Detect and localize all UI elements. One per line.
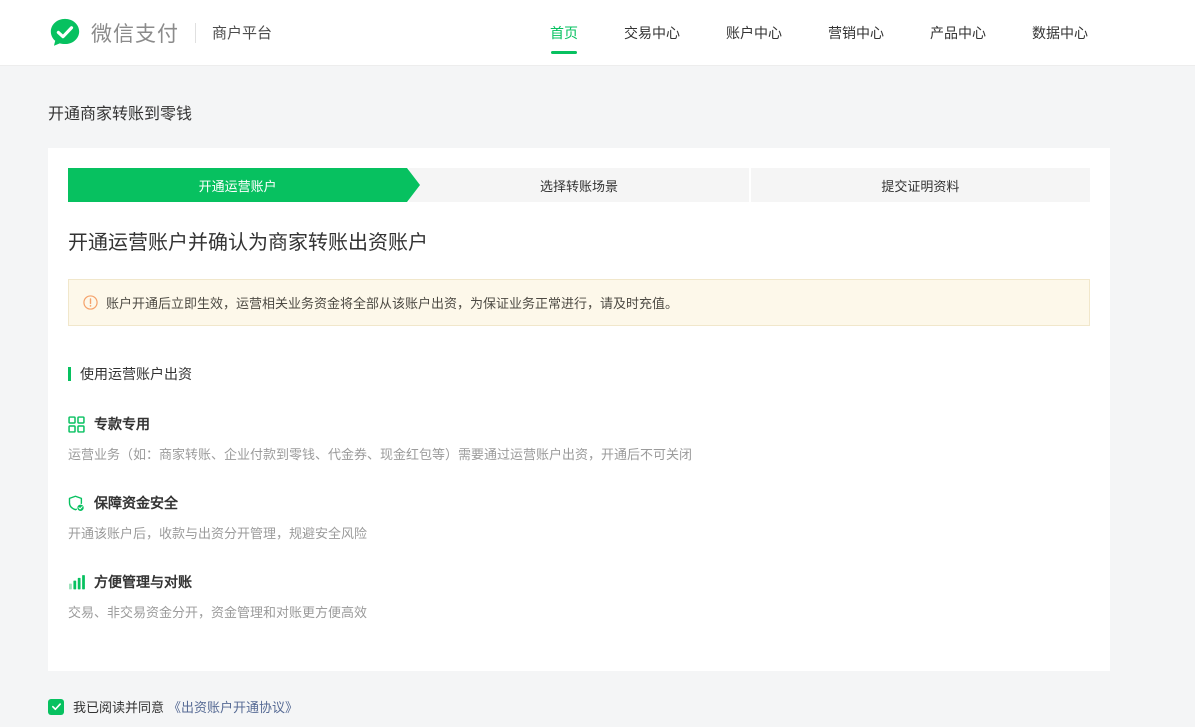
step-select-transfer-scene: 选择转账场景 <box>409 168 748 202</box>
feature-desc: 运营业务（如：商家转账、企业付款到零钱、代金券、现金红包等）需要通过运营账户出资… <box>68 444 1090 463</box>
step-submit-proof-material: 提交证明资料 <box>751 168 1090 202</box>
nav-item-marketing-center[interactable]: 营销中心 <box>826 0 886 66</box>
notice-text: 账户开通后立即生效，运营相关业务资金将全部从该账户出资，为保证业务正常进行，请及… <box>106 293 678 312</box>
logo-group: 微信支付 商户平台 <box>48 16 272 50</box>
card-heading: 开通运营账户并确认为商家转账出资账户 <box>68 226 1090 255</box>
platform-label: 商户平台 <box>212 22 272 43</box>
shield-icon <box>68 495 85 512</box>
feature-desc: 交易、非交易资金分开，资金管理和对账更方便高效 <box>68 602 1090 621</box>
nav-item-data-center[interactable]: 数据中心 <box>1030 0 1090 66</box>
feature-title: 方便管理与对账 <box>94 572 192 592</box>
feature-desc: 开通该账户后，收款与出资分开管理，规避安全风险 <box>68 523 1090 542</box>
agreement-checkbox[interactable] <box>48 699 64 715</box>
bar-chart-icon <box>68 574 85 591</box>
feature-dedicated-funds: 专款专用 运营业务（如：商家转账、企业付款到零钱、代金券、现金红包等）需要通过运… <box>68 414 1090 463</box>
top-header: 微信支付 商户平台 首页 交易中心 账户中心 营销中心 产品中心 数据中心 <box>0 0 1195 66</box>
step-open-operating-account: 开通运营账户 <box>68 168 407 202</box>
agreement-row: 我已阅读并同意 《出资账户开通协议》 <box>48 697 1110 716</box>
nav-item-transaction-center[interactable]: 交易中心 <box>622 0 682 66</box>
warning-icon <box>83 295 98 310</box>
step-wizard: 开通运营账户 选择转账场景 提交证明资料 <box>68 168 1090 202</box>
header-divider <box>195 23 196 43</box>
section-title-row: 使用运营账户出资 <box>68 364 1090 384</box>
main-content: 开通商家转账到零钱 开通运营账户 选择转账场景 提交证明资料 开通运营账户并确认… <box>0 100 1195 727</box>
notice-banner: 账户开通后立即生效，运营相关业务资金将全部从该账户出资，为保证业务正常进行，请及… <box>68 279 1090 326</box>
section-title: 使用运营账户出资 <box>80 364 192 384</box>
check-icon <box>51 701 62 712</box>
logo-text: 微信支付 <box>91 18 179 48</box>
section-title-accent-bar <box>68 367 71 381</box>
nav-item-account-center[interactable]: 账户中心 <box>724 0 784 66</box>
feature-easy-reconciliation: 方便管理与对账 交易、非交易资金分开，资金管理和对账更方便高效 <box>68 572 1090 621</box>
feature-title: 专款专用 <box>94 414 150 434</box>
agreement-link[interactable]: 《出资账户开通协议》 <box>168 697 298 716</box>
page-title: 开通商家转账到零钱 <box>48 100 1110 124</box>
feature-title: 保障资金安全 <box>94 493 178 513</box>
wechat-pay-logo-icon <box>48 16 82 50</box>
main-nav: 首页 交易中心 账户中心 营销中心 产品中心 数据中心 <box>548 0 1090 66</box>
grid-icon <box>68 416 85 433</box>
nav-item-product-center[interactable]: 产品中心 <box>928 0 988 66</box>
feature-fund-security: 保障资金安全 开通该账户后，收款与出资分开管理，规避安全风险 <box>68 493 1090 542</box>
onboarding-card: 开通运营账户 选择转账场景 提交证明资料 开通运营账户并确认为商家转账出资账户 … <box>48 148 1110 671</box>
nav-item-home[interactable]: 首页 <box>548 0 580 66</box>
agreement-text: 我已阅读并同意 <box>73 697 164 716</box>
